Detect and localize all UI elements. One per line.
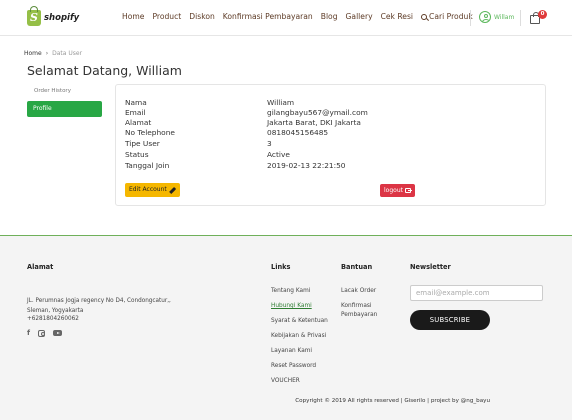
copyright-text: Copyright © 2019 All rights reserved | G… — [295, 398, 490, 404]
footer-address-line: JL. Perumnas Jogja regency No D4, Condon… — [27, 298, 171, 304]
facebook-icon[interactable]: f — [27, 329, 30, 337]
footer-link-tentang-kami[interactable]: Tentang Kami — [271, 288, 310, 294]
search-icon — [421, 13, 428, 20]
footer-link-kebijakan-privasi[interactable]: Kebijakan & Privasi — [271, 333, 326, 339]
profile-label-telephone: No Telephone — [125, 128, 175, 137]
nav-product[interactable]: Product — [152, 12, 181, 21]
nav-blog[interactable]: Blog — [321, 12, 338, 21]
profile-value-nama: William — [267, 98, 295, 107]
footer-heading-alamat: Alamat — [27, 263, 54, 271]
cart-button[interactable]: 0 — [530, 10, 547, 24]
profile-value-tanggal-join: 2019-02-13 22:21:50 — [267, 161, 346, 170]
nav-cari-produk-label: Cari Produk — [429, 12, 473, 21]
newsletter-email-input[interactable] — [410, 285, 543, 301]
user-icon — [479, 11, 491, 23]
footer-phone: +6281804260062 — [27, 316, 79, 322]
profile-label-status: Status — [125, 150, 149, 159]
shopify-logo[interactable]: S shopify — [27, 6, 80, 28]
logo-text: shopify — [44, 13, 80, 23]
nav-home[interactable]: Home — [122, 12, 144, 21]
footer-link-layanan-kami[interactable]: Layanan Kami — [271, 348, 312, 354]
profile-value-telephone: 0818045156485 — [267, 128, 329, 137]
subscribe-button[interactable]: SUBSCRIBE — [410, 310, 490, 330]
profile-label-tipe-user: Tipe User — [125, 139, 160, 148]
site-footer: Alamat JL. Perumnas Jogja regency No D4,… — [0, 235, 572, 420]
nav-diskon[interactable]: Diskon — [189, 12, 215, 21]
cart-count-badge: 0 — [538, 10, 547, 19]
sidebar-item-order-history[interactable]: Order History — [34, 88, 71, 94]
sidebar-item-profile[interactable]: Profile — [27, 101, 102, 117]
nav-konfirmasi-pembayaran[interactable]: Konfirmasi Pembayaran — [223, 12, 313, 21]
profile-value-status: Active — [267, 150, 290, 159]
profile-label-alamat: Alamat — [125, 118, 152, 127]
profile-label-tanggal-join: Tanggal Join — [125, 161, 170, 170]
nav-cari-produk[interactable]: Cari Produk — [421, 12, 473, 21]
footer-link-reset-password[interactable]: Reset Password — [271, 363, 316, 369]
nav-gallery[interactable]: Gallery — [346, 12, 373, 21]
edit-account-button[interactable]: Edit Account — [125, 183, 180, 197]
logout-label: logout — [384, 187, 403, 194]
footer-heading-newsletter: Newsletter — [410, 263, 451, 271]
breadcrumb: Home › Data User — [24, 50, 82, 57]
profile-card: Nama William Email gilangbayu567@ymail.c… — [115, 84, 546, 206]
social-links: f — [27, 329, 63, 337]
page-title: Selamat Datang, William — [27, 63, 182, 78]
footer-link-lacak-order[interactable]: Lacak Order — [341, 288, 376, 294]
sign-out-icon — [404, 188, 412, 193]
footer-link-syarat-ketentuan[interactable]: Syarat & Ketentuan — [271, 318, 328, 324]
youtube-icon[interactable] — [53, 330, 63, 336]
edit-account-label: Edit Account — [129, 186, 167, 193]
profile-value-alamat: Jakarta Barat, DKI Jakarta — [267, 118, 361, 127]
profile-value-email: gilangbayu567@ymail.com — [267, 108, 368, 117]
footer-link-hubungi-kami[interactable]: Hubungi Kami — [271, 303, 312, 309]
profile-label-email: Email — [125, 108, 146, 117]
footer-heading-links: Links — [271, 263, 291, 271]
site-header: S shopify Home Product Diskon Konfirmasi… — [0, 0, 572, 36]
user-name: Willam — [494, 13, 515, 21]
footer-heading-bantuan: Bantuan — [341, 263, 373, 271]
pencil-icon — [168, 186, 176, 194]
nav-divider — [520, 10, 521, 26]
breadcrumb-home[interactable]: Home — [24, 50, 42, 57]
shopping-bag-logo-icon: S — [27, 6, 41, 26]
nav-divider — [470, 10, 471, 26]
footer-link-konfirmasi[interactable]: Konfirmasi — [341, 303, 372, 309]
footer-link-voucher[interactable]: VOUCHER — [271, 378, 300, 384]
breadcrumb-current: Data User — [52, 50, 83, 57]
footer-link-pembayaran[interactable]: Pembayaran — [341, 312, 377, 318]
profile-label-nama: Nama — [125, 98, 147, 107]
footer-address-line: Sleman, Yogyakarta — [27, 308, 84, 314]
instagram-icon[interactable] — [38, 329, 46, 337]
user-account-link[interactable]: Willam — [479, 11, 514, 23]
profile-value-tipe-user: 3 — [267, 139, 272, 148]
chevron-right-icon: › — [45, 50, 49, 57]
main-nav: Home Product Diskon Konfirmasi Pembayara… — [122, 12, 481, 21]
nav-cek-resi[interactable]: Cek Resi — [381, 12, 413, 21]
logout-button[interactable]: logout — [380, 184, 415, 197]
